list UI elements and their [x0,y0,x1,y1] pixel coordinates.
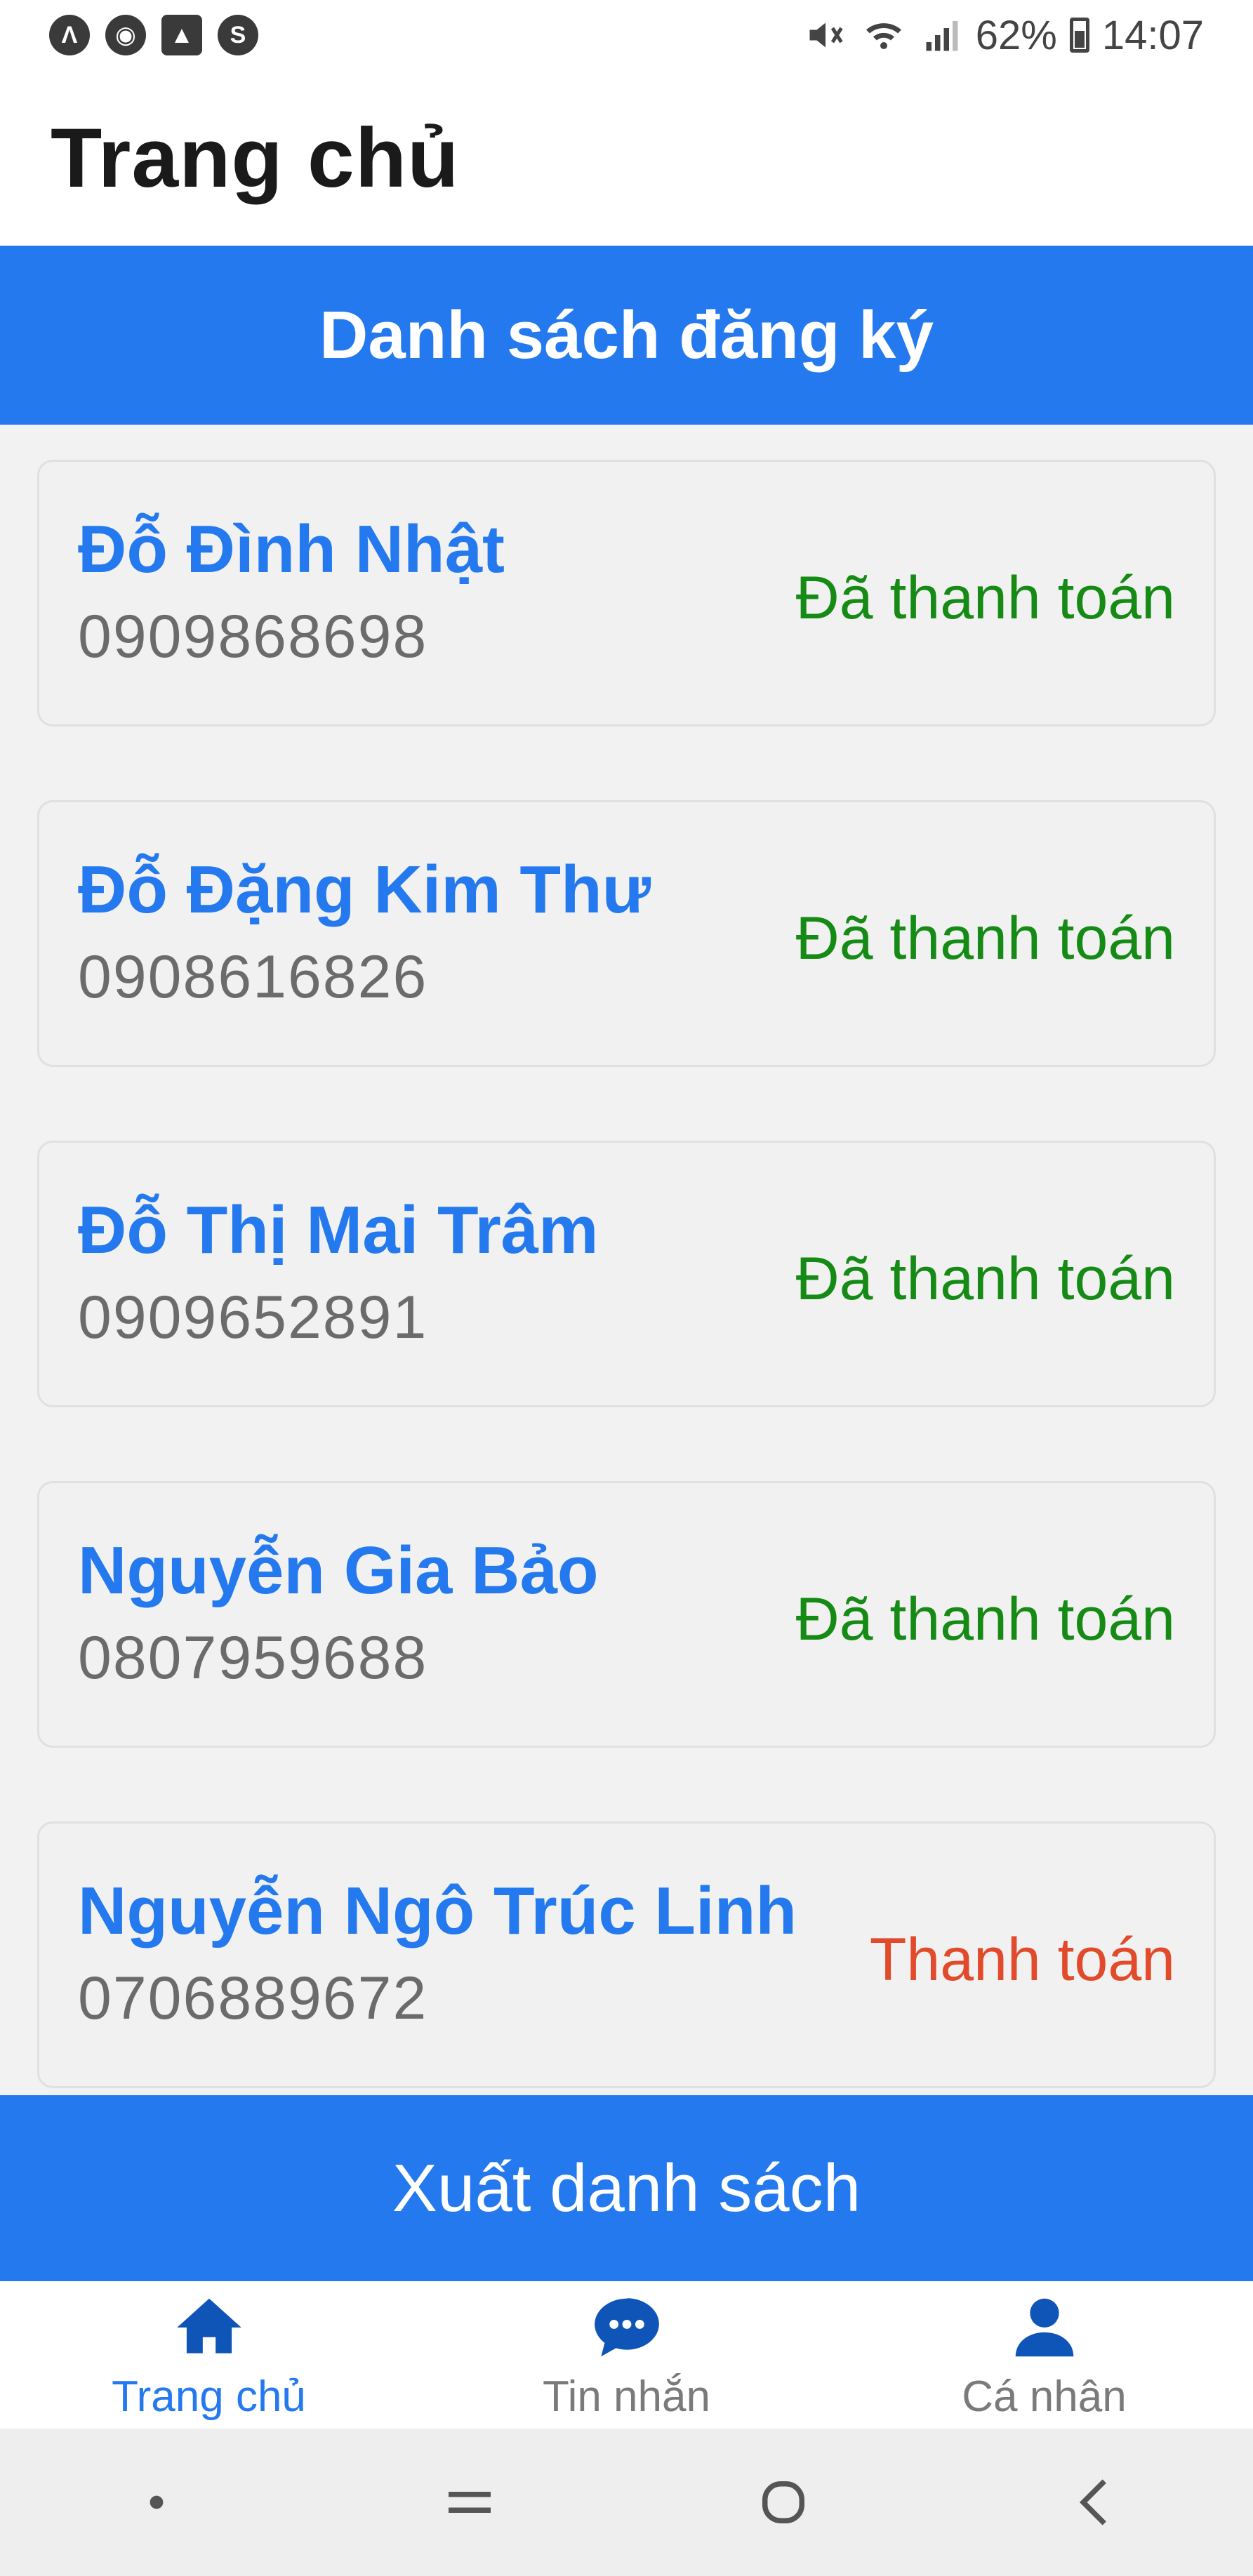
tab-label: Cá nhân [962,2372,1127,2421]
signal-icon [926,21,958,51]
registrant-name: Đỗ Thị Mai Trâm [78,1193,599,1268]
list-title: Danh sách đăng ký [319,297,934,373]
bottom-tab-bar: Trang chủ Tin nhắn Cá nhân [0,2281,1253,2429]
nav-dot[interactable] [100,2460,213,2544]
registrant-name: Đỗ Đình Nhật [78,512,505,587]
export-list-button[interactable]: Xuất danh sách [0,2095,1253,2281]
payment-status: Đã thanh toán [795,1245,1175,1313]
registrant-phone: 0908616826 [78,943,428,1011]
app-header: Trang chủ [0,70,1253,246]
battery-percent: 62% [975,12,1057,58]
pay-now-link[interactable]: Thanh toán [870,1925,1175,1995]
sync-icon: S [218,15,258,55]
registrant-name: Nguyễn Gia Bảo [78,1533,599,1608]
wifi-icon [866,23,901,49]
registration-card[interactable]: Nguyễn Ngô Trúc Linh 0706889672 Thanh to… [37,1821,1216,2088]
battery-icon [1069,18,1089,53]
registrant-name: Đỗ Đặng Kim Thư [78,852,651,927]
export-list-label: Xuất danh sách [392,2150,861,2226]
registrant-phone: 0706889672 [78,1965,428,2032]
dot-icon [150,2495,164,2509]
account-icon: ◉ [105,15,146,55]
tab-label: Trang chủ [112,2372,306,2421]
mute-icon [809,22,843,48]
image-icon: ▲ [161,15,202,55]
payment-status: Đã thanh toán [795,1586,1175,1653]
registrant-phone: 0909652891 [78,1284,428,1351]
registration-card[interactable]: Nguyễn Gia Bảo 0807959688 Đã thanh toán [37,1481,1216,1748]
registration-card[interactable]: Đỗ Thị Mai Trâm 0909652891 Đã thanh toán [37,1141,1216,1407]
home-circle-icon [762,2481,804,2523]
list-title-bar: Danh sách đăng ký [0,246,1253,425]
status-left-icons: Λ ◉ ▲ S [49,15,258,55]
tab-profile[interactable]: Cá nhân [835,2281,1253,2429]
status-bar: Λ ◉ ▲ S 62% 14:07 [0,0,1253,70]
recents-icon [449,2492,491,2513]
page-title: Trang chủ [51,111,460,205]
clock: 14:07 [1101,12,1204,58]
tab-home[interactable]: Trang chủ [0,2281,418,2429]
registrant-phone: 0909868698 [78,603,428,670]
status-right: 62% 14:07 [804,12,1204,59]
tab-label: Tin nhắn [543,2372,710,2421]
registrant-name: Nguyễn Ngô Trúc Linh [78,1873,797,1948]
back-icon [1079,2479,1106,2525]
home-icon [176,2298,241,2353]
nav-recents[interactable] [413,2460,526,2544]
registration-list[interactable]: Đỗ Đình Nhật 0909868698 Đã thanh toán Đỗ… [0,425,1253,2095]
registration-card[interactable]: Đỗ Đình Nhật 0909868698 Đã thanh toán [37,460,1216,726]
chat-icon [594,2297,659,2356]
registrant-phone: 0807959688 [78,1624,428,1692]
system-nav-bar [0,2429,1253,2576]
registration-card[interactable]: Đỗ Đặng Kim Thư 0908616826 Đã thanh toán [37,800,1216,1067]
tab-messages[interactable]: Tin nhắn [418,2281,835,2429]
person-icon [1015,2298,1073,2356]
nav-back[interactable] [1040,2460,1153,2544]
payment-status: Đã thanh toán [795,905,1175,972]
app-icon-a: Λ [49,15,90,55]
nav-home[interactable] [727,2460,840,2544]
payment-status: Đã thanh toán [795,564,1175,632]
app-screen: Λ ◉ ▲ S 62% 14:07 Trang chủ Danh sách đă… [0,0,1253,2576]
